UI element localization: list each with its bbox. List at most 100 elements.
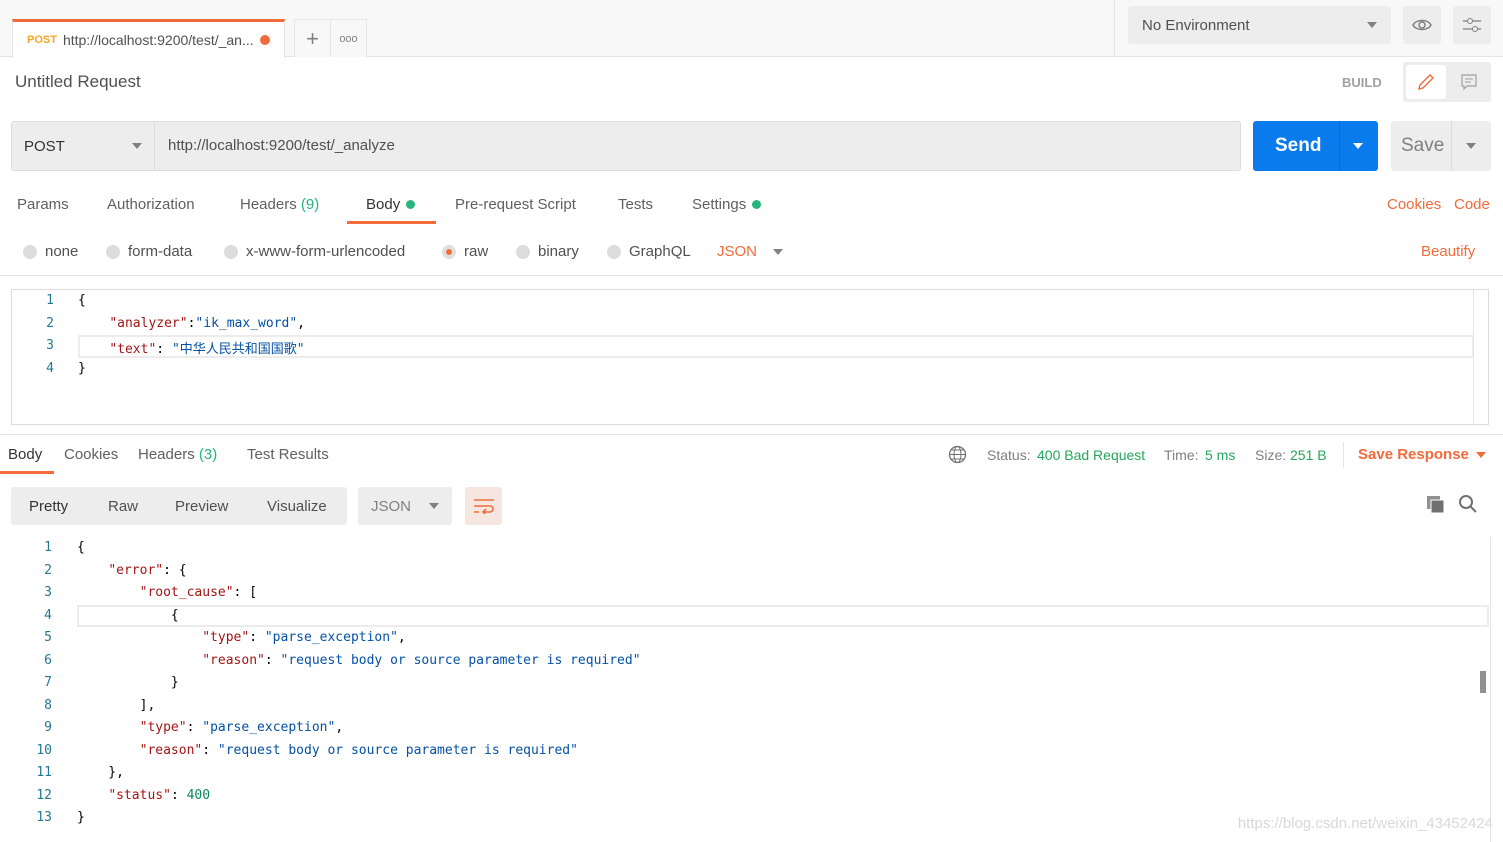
tab-headers[interactable]: Headers (9) (240, 196, 319, 213)
size-label: Size: (1255, 447, 1287, 463)
radio-label: GraphQL (629, 243, 691, 260)
tab-body-label: Body (366, 196, 401, 213)
code-line: { (77, 540, 85, 555)
active-dot-icon (406, 200, 416, 209)
more-tabs-button[interactable]: ooo (330, 19, 367, 57)
environment-select[interactable]: No Environment (1128, 6, 1391, 44)
globe-icon[interactable] (948, 445, 967, 464)
edit-mode-button[interactable] (1406, 65, 1446, 99)
line-number: 4 (44, 607, 52, 623)
code-line: "reason": "request body or source parame… (77, 743, 578, 758)
tab-params[interactable]: Params (17, 196, 69, 213)
save-options-chevron-icon[interactable] (1466, 143, 1476, 149)
code-token: "中华人民共和国国歌" (171, 342, 305, 357)
tab-body[interactable]: Body (366, 196, 416, 213)
response-format-value: JSON (371, 497, 412, 515)
code-token: "parse_exception" (202, 720, 336, 735)
code-token: "text" (109, 342, 157, 357)
environment-quick-look-button[interactable] (1403, 6, 1441, 44)
copy-icon[interactable] (1426, 495, 1446, 515)
view-visualize[interactable]: Visualize (267, 498, 327, 515)
code-token: } (77, 810, 85, 825)
method-value: POST (24, 137, 65, 155)
new-tab-button[interactable]: + (294, 19, 331, 57)
radio-icon (224, 244, 238, 259)
divider (1343, 442, 1344, 468)
send-button[interactable]: Send (1253, 121, 1378, 171)
code-token: : (264, 652, 281, 668)
tab-authorization[interactable]: Authorization (107, 196, 195, 213)
save-response-chevron-icon[interactable] (1476, 452, 1486, 458)
time-label: Time: (1164, 447, 1199, 463)
line-number: 1 (46, 293, 54, 308)
code-token: "error" (108, 562, 164, 578)
chevron-down-icon (132, 143, 142, 149)
request-body-editor[interactable]: 1{2 "analyzer":"ik_max_word", 3 "text": "… (11, 289, 1489, 425)
body-format-select[interactable]: JSON (717, 243, 784, 260)
view-preview[interactable]: Preview (175, 498, 228, 515)
code-line: "type": "parse_exception", (77, 720, 344, 735)
response-body-viewer[interactable]: 1 {2 "error": {3 "root_cause": [4 {5 "typ… (0, 537, 1503, 842)
active-dot-icon (752, 200, 762, 209)
pencil-icon (1418, 74, 1434, 90)
view-raw[interactable]: Raw (108, 498, 138, 515)
wrap-lines-button[interactable] (465, 487, 502, 525)
save-button[interactable]: Save (1391, 121, 1491, 171)
code-token: "ik_max_word" (195, 315, 298, 331)
code-token: } (78, 360, 86, 376)
radio-raw[interactable]: raw (442, 243, 488, 260)
response-tab-cookies[interactable]: Cookies (64, 446, 118, 463)
send-options-chevron-icon[interactable] (1353, 143, 1363, 149)
code-line: "status": 400 (77, 788, 210, 803)
tab-pre-request-script[interactable]: Pre-request Script (455, 196, 576, 213)
line-number: 2 (46, 315, 54, 331)
radio-label: x-www-form-urlencoded (246, 243, 406, 260)
editor-scrollbar[interactable] (1473, 290, 1474, 424)
chevron-down-icon (1367, 22, 1377, 28)
response-format-select[interactable]: JSON (358, 487, 452, 525)
request-tab[interactable]: POST http://localhost:9200/test/_an... (12, 19, 285, 58)
radio-selected-icon (442, 244, 456, 259)
current-line-highlight (77, 604, 1489, 627)
radio-graphql[interactable]: GraphQL (607, 243, 691, 260)
code-token: "type" (202, 630, 250, 645)
tab-settings[interactable]: Settings (692, 196, 762, 213)
url-input[interactable]: http://localhost:9200/test/_analyze (168, 137, 395, 154)
viewer-scrollbar-thumb[interactable] (1480, 671, 1486, 693)
line-number: 7 (44, 675, 52, 690)
cookies-link[interactable]: Cookies (1387, 196, 1441, 213)
comments-button[interactable] (1450, 65, 1488, 99)
code-link[interactable]: Code (1454, 196, 1490, 213)
response-tab-test-results[interactable]: Test Results (247, 446, 329, 463)
view-pretty[interactable]: Pretty (29, 498, 68, 515)
code-token: } (77, 675, 179, 690)
radio-urlencoded[interactable]: x-www-form-urlencoded (224, 243, 405, 260)
beautify-link[interactable]: Beautify (1421, 243, 1475, 260)
chevron-down-icon (429, 503, 440, 509)
save-response-button[interactable]: Save Response (1358, 446, 1469, 463)
headers-count: (9) (300, 196, 320, 213)
tab-tests[interactable]: Tests (618, 196, 653, 213)
search-icon[interactable] (1458, 494, 1478, 514)
response-tab-headers[interactable]: Headers (3) (138, 446, 217, 463)
code-token: "request body or source parameter is req… (217, 742, 578, 758)
headers-count: (3) (198, 446, 218, 463)
code-line: ], (77, 697, 156, 713)
code-line: "text": "中华人民共和国国歌" (78, 338, 305, 357)
divider (1114, 0, 1115, 57)
code-line: "reason": "request body or source parame… (77, 652, 640, 668)
code-token: ], (77, 697, 156, 713)
radio-icon (516, 244, 530, 259)
eye-icon (1412, 19, 1432, 31)
method-select[interactable]: POST (12, 122, 155, 170)
radio-none[interactable]: none (23, 243, 78, 260)
radio-form-data[interactable]: form-data (106, 243, 192, 260)
line-number: 5 (44, 630, 52, 645)
status-label: Status: (987, 447, 1031, 463)
response-tab-body[interactable]: Body (8, 446, 42, 463)
manage-environments-button[interactable] (1453, 6, 1491, 44)
request-title: Untitled Request (15, 72, 141, 91)
radio-binary[interactable]: binary (516, 243, 579, 260)
